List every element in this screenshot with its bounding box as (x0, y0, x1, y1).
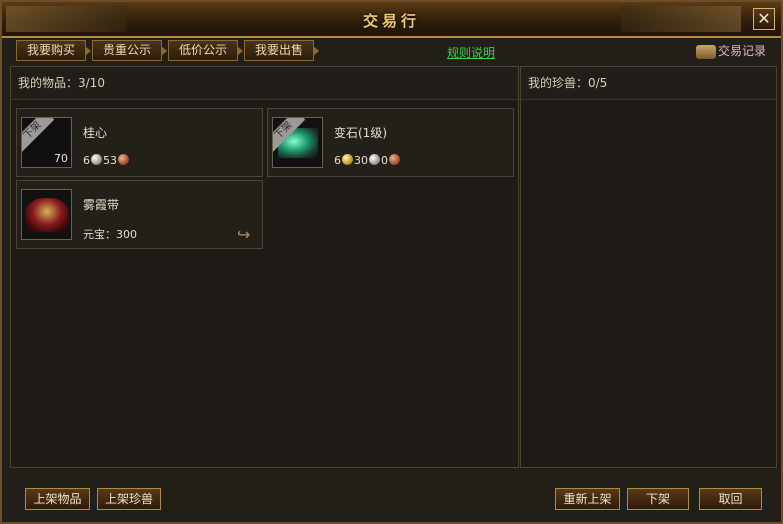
item-icon (21, 189, 72, 240)
delist-button[interactable]: 下架 (627, 488, 689, 510)
price-copper-value: 53 (103, 154, 117, 167)
trade-window: 交易行 ✕ 我要购买 贵重公示 低价公示 我要出售 规则说明 交易记录 我的物品… (0, 0, 783, 524)
share-arrow-icon[interactable]: ↪ (237, 227, 257, 243)
price-silver-value: 30 (354, 154, 368, 167)
trade-record-button[interactable]: 交易记录 (696, 41, 778, 61)
tab-sell[interactable]: 我要出售 (244, 40, 319, 61)
my-pets-header: 我的珍兽：0/5 (521, 67, 776, 100)
rules-link[interactable]: 规则说明 (447, 44, 495, 61)
item-name: 桂心 (83, 126, 108, 140)
item-quantity: 70 (54, 152, 68, 165)
retrieve-button[interactable]: 取回 (699, 488, 762, 510)
my-items-header: 我的物品：3/10 (11, 67, 518, 100)
title-bar: 交易行 ✕ (2, 2, 781, 38)
item-price: 6 30 0 (334, 154, 401, 167)
item-price: 元宝：300 (83, 228, 137, 241)
gold-coin-icon (342, 154, 353, 165)
window-title: 交易行 (362, 12, 420, 30)
helmet-image (25, 198, 69, 232)
tab-buy[interactable]: 我要购买 (16, 40, 91, 61)
item-name: 雾霞带 (83, 198, 120, 212)
price-gold-value: 6 (334, 154, 341, 167)
price-copper-value: 0 (381, 154, 388, 167)
copper-coin-icon (118, 154, 129, 165)
silver-coin-icon (369, 154, 380, 165)
my-items-panel: 我的物品：3/10 下架 70 桂心 6 53 下架 变石(1级) 6 30 0 (10, 66, 519, 468)
item-price: 6 53 (83, 154, 130, 167)
item-icon: 下架 70 (21, 117, 72, 168)
close-button[interactable]: ✕ (753, 8, 775, 30)
tab-precious-notice[interactable]: 贵重公示 (92, 40, 167, 61)
item-slot[interactable]: 下架 变石(1级) 6 30 0 (267, 108, 514, 177)
item-slot[interactable]: 雾霞带 元宝：300 ↪ (16, 180, 263, 249)
list-pet-button[interactable]: 上架珍兽 (97, 488, 161, 510)
list-item-button[interactable]: 上架物品 (25, 488, 90, 510)
my-pets-panel: 我的珍兽：0/5 (520, 66, 777, 468)
copper-coin-icon (389, 154, 400, 165)
trade-record-label: 交易记录 (718, 44, 767, 58)
tab-lowprice-notice[interactable]: 低价公示 (168, 40, 243, 61)
scroll-icon (696, 44, 716, 59)
item-name: 变石(1级) (334, 126, 387, 140)
price-silver-value: 6 (83, 154, 90, 167)
item-slot[interactable]: 下架 70 桂心 6 53 (16, 108, 263, 177)
relist-button[interactable]: 重新上架 (555, 488, 620, 510)
silver-coin-icon (91, 154, 102, 165)
close-icon: ✕ (757, 9, 771, 28)
item-icon: 下架 (272, 117, 323, 168)
